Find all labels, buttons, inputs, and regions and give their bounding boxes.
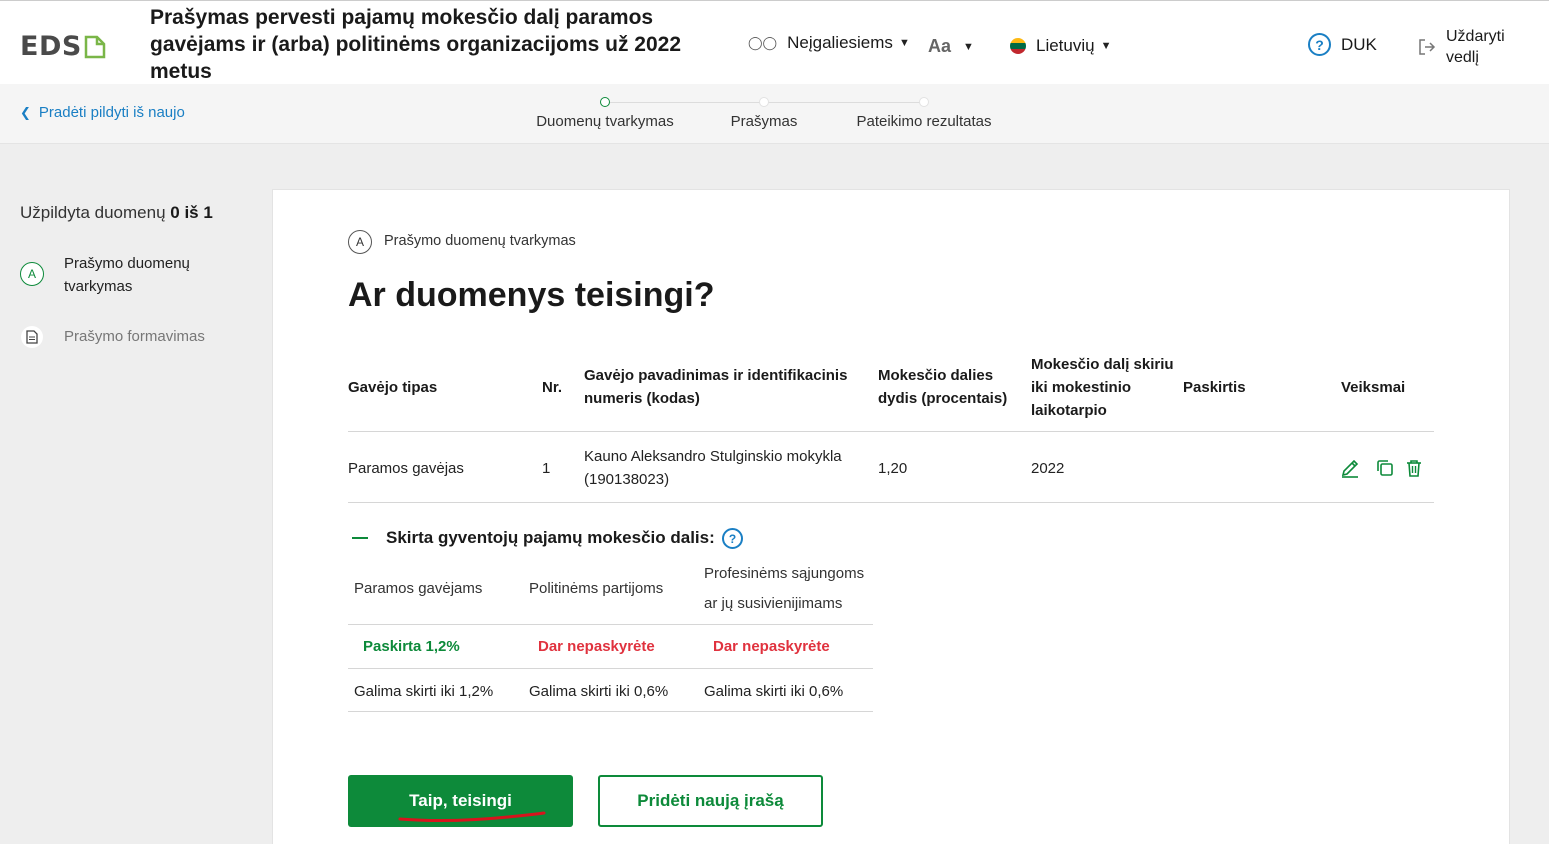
chevron-left-icon: ❮ (20, 104, 31, 120)
alloc-header-support: Paramos gavėjams (354, 580, 483, 597)
cell-until: 2022 (1031, 460, 1065, 477)
alloc-divider-1 (348, 624, 873, 625)
cell-nr: 1 (542, 460, 551, 477)
alloc-status-parties: Dar nepaskyrėte (538, 638, 655, 655)
alloc-limit-parties: Galima skirti iki 0,6% (529, 683, 669, 700)
caret-down-icon: ▼ (898, 37, 910, 49)
red-underline-annotation (398, 811, 546, 822)
filled-count: 0 iš 1 (170, 203, 213, 222)
exit-icon (1419, 39, 1436, 55)
section-label: Prašymo duomenų tvarkymas (384, 233, 576, 249)
sidebar-item-data-management[interactable]: Prašymo duomenų tvarkymas (64, 252, 214, 298)
col-header-actions: Veiksmai (1341, 379, 1406, 396)
table-header-divider (348, 431, 1434, 432)
lithuania-flag-icon (1010, 38, 1026, 54)
step-dot-1 (600, 97, 610, 107)
stepper-bar: ❮ Pradėti pildyti iš naujo Duomenų tvark… (0, 84, 1549, 144)
caret-down-icon: ▼ (963, 40, 974, 53)
close-wizard-label: Uždaryti vedlį (1446, 28, 1505, 66)
alloc-header-parties: Politinėms partijoms (529, 580, 664, 597)
step-label-result[interactable]: Pateikimo rezultatas (856, 113, 991, 130)
font-size-menu[interactable]: Aa ▼ (928, 36, 974, 57)
col-header-type: Gavėjo tipas (348, 379, 438, 396)
allocation-title: Skirta gyventojų pajamų mokesčio dalis: (386, 528, 715, 547)
alloc-status-unions: Dar nepaskyrėte (713, 638, 830, 655)
sidebar-item-request-forming: Prašymo formavimas (64, 328, 205, 345)
font-size-label: Aa (928, 36, 952, 56)
document-icon (21, 326, 43, 348)
alloc-divider-2 (348, 668, 873, 669)
glasses-icon: ◯◯ (748, 35, 778, 50)
question-icon[interactable]: ? (722, 528, 743, 549)
filled-counter: Užpildyta duomenų 0 iš 1 (20, 203, 213, 223)
close-wizard-button[interactable]: Uždaryti vedlį (1418, 26, 1526, 68)
cell-percent: 1,20 (878, 460, 908, 477)
accessibility-label: Neįgaliesiems (787, 33, 893, 52)
alloc-divider-3 (348, 711, 873, 712)
cell-type: Paramos gavėjas (348, 460, 464, 477)
alloc-limit-unions: Galima skirti iki 0,6% (704, 683, 844, 700)
edit-icon[interactable] (1340, 458, 1360, 478)
section-badge: A (348, 230, 372, 254)
col-header-until: Mokesčio dalį skiriu iki mokestinio laik… (1031, 356, 1174, 419)
col-header-purpose: Paskirtis (1183, 379, 1246, 396)
col-header-name: Gavėjo pavadinimas ir identifikacinis nu… (584, 367, 848, 407)
alloc-header-unions: Profesinėms sąjungoms ar jų susivienijim… (704, 565, 865, 612)
accessibility-menu[interactable]: ◯◯ Neįgaliesiems ▼ (748, 33, 910, 53)
trash-icon[interactable] (1404, 458, 1424, 478)
faq-link[interactable]: ? DUK (1308, 33, 1377, 56)
page-title: Prašymas pervesti pajamų mokesčio dalį p… (150, 6, 682, 83)
eds-logo[interactable]: EDS (20, 31, 106, 62)
col-header-percent: Mokesčio dalies dydis (procentais) (878, 367, 1008, 407)
table-row-divider (348, 502, 1434, 503)
caret-down-icon: ▼ (1100, 40, 1112, 52)
restart-label: Pradėti pildyti iš naujo (38, 104, 185, 121)
step-label-request[interactable]: Prašymas (731, 113, 798, 130)
restart-link[interactable]: ❮ Pradėti pildyti iš naujo (20, 104, 185, 121)
copy-icon[interactable] (1375, 458, 1395, 478)
add-record-button[interactable]: Pridėti naują įrašą (598, 775, 823, 827)
cell-name: Kauno Aleksandro Stulginskio mokykla (19… (584, 448, 842, 488)
faq-label: DUK (1341, 34, 1377, 54)
language-label: Lietuvių (1036, 36, 1095, 55)
language-menu[interactable]: Lietuvių ▼ (1010, 36, 1112, 56)
app-header: EDS Prašymas pervesti pajamų mokesčio da… (0, 0, 1549, 84)
step-dot-3 (919, 97, 929, 107)
alloc-status-support: Paskirta 1,2% (363, 638, 460, 655)
document-logo-icon (84, 35, 106, 58)
minus-icon[interactable] (352, 537, 368, 539)
step-dot-2 (759, 97, 769, 107)
filled-prefix: Užpildyta duomenų (20, 203, 166, 222)
question-heading: Ar duomenys teisingi? (348, 276, 715, 314)
logo-text: EDS (20, 31, 82, 62)
sidebar-badge-a: A (20, 262, 44, 286)
alloc-limit-support: Galima skirti iki 1,2% (354, 683, 494, 700)
question-icon: ? (1308, 33, 1331, 56)
col-header-nr: Nr. (542, 379, 563, 396)
step-label-data[interactable]: Duomenų tvarkymas (536, 113, 674, 130)
